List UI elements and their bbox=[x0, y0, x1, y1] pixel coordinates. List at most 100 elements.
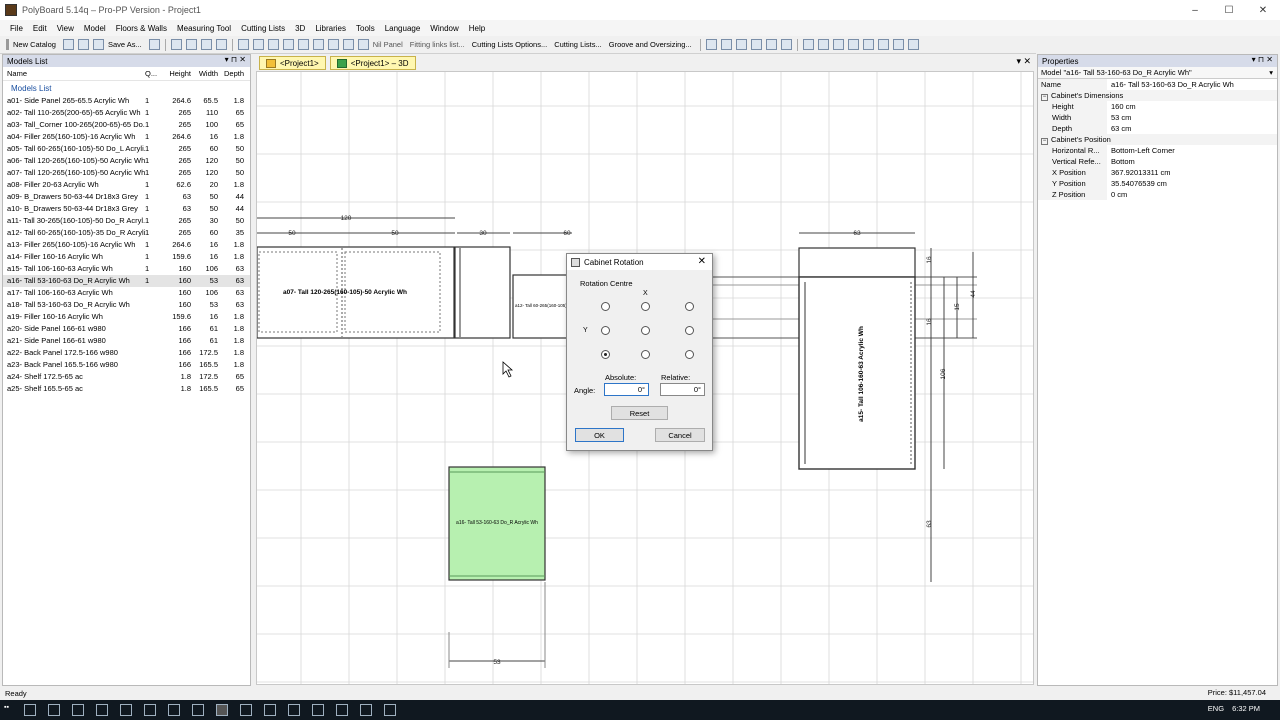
menu-libraries[interactable]: Libraries bbox=[315, 24, 346, 33]
col-qty[interactable]: Q... bbox=[145, 69, 165, 78]
models-group-label[interactable]: Models List bbox=[3, 83, 250, 95]
zoom-out-icon[interactable] bbox=[312, 39, 324, 50]
acrobat-icon[interactable] bbox=[336, 704, 348, 716]
open-folder-icon[interactable] bbox=[92, 39, 104, 50]
cancel-button[interactable]: Cancel bbox=[655, 428, 705, 442]
table-row[interactable]: a15- Tall 106-160-63 Acrylic Wh 1 160 106 63 bbox=[3, 263, 250, 275]
table-row[interactable]: a21- Side Panel 166-61 w980 166 61 1.8 bbox=[3, 335, 250, 347]
cabinet-icon[interactable] bbox=[252, 39, 264, 50]
view-bottom-icon[interactable] bbox=[780, 39, 792, 50]
prop-value[interactable]: Bottom-Left Corner bbox=[1107, 145, 1175, 156]
cutting-lists-options-button[interactable]: Cutting Lists Options... bbox=[472, 40, 547, 49]
cabinet-a11[interactable] bbox=[454, 246, 511, 339]
notepad-icon[interactable] bbox=[312, 704, 324, 716]
taskbar-app-icon[interactable] bbox=[192, 704, 204, 716]
table-row[interactable]: a22- Back Panel 172.5-166 w980 166 172.5 1.… bbox=[3, 347, 250, 359]
align-bottom-icon[interactable] bbox=[877, 39, 889, 50]
prop-value[interactable]: 367.92013311 cm bbox=[1107, 167, 1171, 178]
cutting-lists-button[interactable]: Cutting Lists... bbox=[554, 40, 602, 49]
prop-value[interactable]: Bottom bbox=[1107, 156, 1135, 167]
chevron-down-icon[interactable]: ▾ bbox=[1269, 67, 1273, 79]
reset-button[interactable]: Reset bbox=[611, 406, 668, 420]
table-row[interactable]: a10- B_Drawers 50-63-44 Dr18x3 Grey 1 63 50… bbox=[3, 203, 250, 215]
plan-icon[interactable] bbox=[267, 39, 279, 50]
prop-value[interactable]: 53 cm bbox=[1107, 112, 1131, 123]
undo-icon[interactable] bbox=[200, 39, 212, 50]
table-row[interactable]: a17- Tall 106-160-63 Acrylic Wh 160 106 63 bbox=[3, 287, 250, 299]
menu-measuring-tool[interactable]: Measuring Tool bbox=[177, 24, 231, 33]
fitting-links-button[interactable]: Fitting links list... bbox=[410, 40, 465, 49]
object-selector[interactable]: Model "a16- Tall 53-160-63 Do_R Acrylic … bbox=[1038, 67, 1277, 79]
relative-angle-input[interactable] bbox=[660, 383, 705, 396]
radio-middle-left[interactable] bbox=[601, 326, 610, 335]
table-row[interactable]: a25- Shelf 165.5-65 ac 1.8 165.5 65 bbox=[3, 383, 250, 395]
save-as-button[interactable]: Save As... bbox=[108, 40, 142, 49]
close-button[interactable]: ✕ bbox=[1246, 0, 1280, 20]
save-icon[interactable] bbox=[148, 39, 160, 50]
prop-row-vertical-reference[interactable]: Vertical Refe... Bottom bbox=[1038, 156, 1277, 167]
align-center-icon[interactable] bbox=[817, 39, 829, 50]
excel-icon[interactable] bbox=[288, 704, 300, 716]
menu-file[interactable]: File bbox=[10, 24, 23, 33]
tab-project1[interactable]: <Project1> bbox=[259, 56, 326, 70]
cabinet-a07[interactable]: a07- Tall 120-265(160-105)-50 Acrylic Wh bbox=[257, 246, 455, 339]
view-right-icon[interactable] bbox=[750, 39, 762, 50]
dialog-title-bar[interactable]: Cabinet Rotation ✕ bbox=[567, 254, 712, 270]
table-row[interactable]: a01- Side Panel 265-65.5 Acrylic Wh 1 264.… bbox=[3, 95, 250, 107]
menu-language[interactable]: Language bbox=[385, 24, 421, 33]
table-row[interactable]: a18- Tall 53-160-63 Do_R Acrylic Wh 160 53… bbox=[3, 299, 250, 311]
ok-button[interactable]: OK bbox=[575, 428, 624, 442]
prop-value[interactable]: 63 cm bbox=[1107, 123, 1131, 134]
prop-value[interactable]: 35.54076539 cm bbox=[1107, 178, 1167, 189]
prop-row-depth[interactable]: Depth 63 cm bbox=[1038, 123, 1277, 134]
paste-icon[interactable] bbox=[77, 39, 89, 50]
col-height[interactable]: Height bbox=[165, 69, 191, 78]
radio-bottom-left[interactable] bbox=[601, 350, 610, 359]
view-back-icon[interactable] bbox=[720, 39, 732, 50]
table-row[interactable]: a09- B_Drawers 50-63-44 Dr18x3 Grey 1 63 50… bbox=[3, 191, 250, 203]
taskbar-app-icon[interactable] bbox=[384, 704, 396, 716]
group-icon[interactable] bbox=[907, 39, 919, 50]
table-row[interactable]: a07- Tall 120-265(160-105)-50 Acrylic Wh… bbox=[3, 167, 250, 179]
menu-view[interactable]: View bbox=[57, 24, 74, 33]
tab-controls[interactable]: ▾ ✕ bbox=[1016, 56, 1031, 67]
align-middle-icon[interactable] bbox=[862, 39, 874, 50]
distribute-icon[interactable] bbox=[892, 39, 904, 50]
rotate-icon[interactable] bbox=[357, 39, 369, 50]
prop-category-dimensions[interactable]: − Cabinet's Dimensions bbox=[1038, 90, 1277, 101]
cut-icon[interactable] bbox=[185, 39, 197, 50]
chrome-icon[interactable] bbox=[168, 704, 180, 716]
prop-row-height[interactable]: Height 160 cm bbox=[1038, 101, 1277, 112]
prop-value[interactable]: 0 cm bbox=[1107, 189, 1127, 200]
info-icon[interactable] bbox=[282, 39, 294, 50]
cabinet-a16-selected[interactable]: a16- Tall 53-160-63 Do_R Acrylic Wh bbox=[448, 466, 546, 581]
start-icon[interactable]: ▪▪ bbox=[4, 704, 18, 716]
table-row[interactable]: a03- Tall_Corner 100-265(200-65)-65 Do..… bbox=[3, 119, 250, 131]
new-catalog-button[interactable]: New Catalog bbox=[13, 40, 56, 49]
cabinet-a15[interactable]: a15- Tall 106-160-63 Acrylic Wh bbox=[798, 247, 916, 470]
taskbar-app-icon[interactable] bbox=[48, 704, 60, 716]
table-row[interactable]: a11- Tall 30-265(160-105)-50 Do_R Acryl.… bbox=[3, 215, 250, 227]
prop-value[interactable]: 160 cm bbox=[1107, 101, 1136, 112]
table-row[interactable]: a04- Filler 265(160-105)-16 Acrylic Wh 1 2… bbox=[3, 131, 250, 143]
radio-bottom-right[interactable] bbox=[685, 350, 694, 359]
dialog-close-icon[interactable]: ✕ bbox=[698, 256, 706, 267]
maximize-button[interactable]: ☐ bbox=[1212, 0, 1246, 20]
menu-floors-walls[interactable]: Floors & Walls bbox=[116, 24, 167, 33]
align-top-icon[interactable] bbox=[847, 39, 859, 50]
radio-top-right[interactable] bbox=[685, 302, 694, 311]
select-icon[interactable] bbox=[237, 39, 249, 50]
clock[interactable]: 6:32 PM bbox=[1232, 704, 1260, 713]
prop-category-position[interactable]: − Cabinet's Position bbox=[1038, 134, 1277, 145]
pan-hand-icon[interactable] bbox=[342, 39, 354, 50]
taskbar-app-icon[interactable] bbox=[72, 704, 84, 716]
prop-row-z-position[interactable]: Z Position 0 cm bbox=[1038, 189, 1277, 200]
collapse-icon[interactable]: − bbox=[1041, 138, 1048, 145]
browser-icon[interactable] bbox=[144, 704, 156, 716]
prop-row-name[interactable]: Name a16- Tall 53-160-63 Do_R Acrylic Wh bbox=[1038, 79, 1277, 90]
language-indicator[interactable]: ENG bbox=[1208, 704, 1224, 713]
groove-oversizing-button[interactable]: Groove and Oversizing... bbox=[609, 40, 692, 49]
absolute-angle-input[interactable] bbox=[604, 383, 649, 396]
table-row[interactable]: a23- Back Panel 165.5-166 w980 166 165.5 1.… bbox=[3, 359, 250, 371]
menu-help[interactable]: Help bbox=[469, 24, 485, 33]
